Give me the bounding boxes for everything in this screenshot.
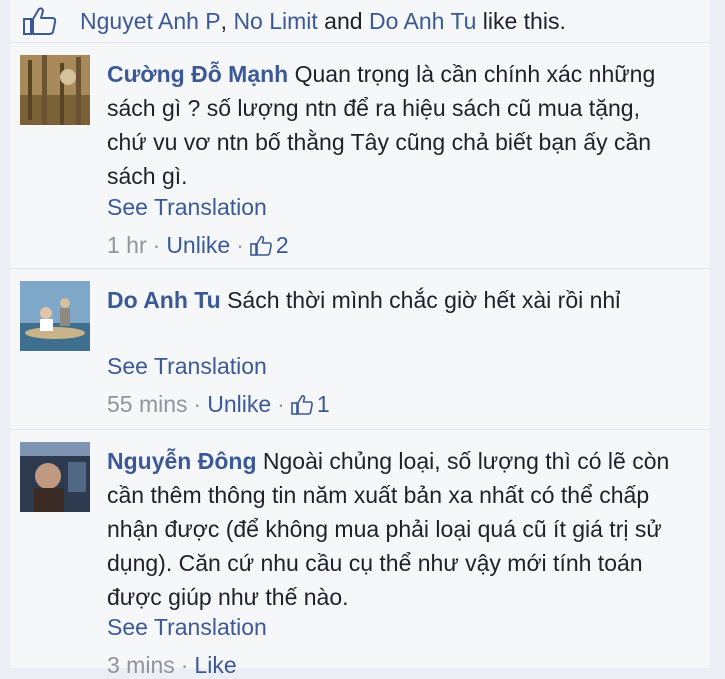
comment-body: Nguyễn Đông Ngoài chủng loại, số lượng t… [107, 444, 686, 614]
unlike-link[interactable]: Unlike [207, 391, 271, 418]
meta-separator: · [277, 391, 285, 417]
meta-separator: · [152, 232, 161, 258]
comment-meta: 3 mins · Like [107, 652, 237, 679]
like-count[interactable]: 1 [317, 391, 330, 418]
comment: Nguyễn Đông Ngoài chủng loại, số lượng t… [10, 430, 710, 678]
comment-meta: 1 hr · Unlike · 2 [107, 232, 289, 259]
avatar[interactable] [20, 442, 90, 512]
comment-meta: 55 mins · Unlike · 1 [107, 391, 330, 418]
comment-time[interactable]: 55 mins [107, 391, 188, 418]
comment: Do Anh Tu Sách thời mình chắc giờ hết xà… [10, 269, 710, 430]
likes-summary: Nguyet Anh P , No Limit and Do Anh Tu li… [10, 0, 710, 43]
see-translation-link[interactable]: See Translation [107, 353, 267, 380]
unlike-link[interactable]: Unlike [166, 232, 230, 259]
comment-author[interactable]: Nguyễn Đông [107, 448, 257, 474]
thumbs-up-icon [23, 7, 57, 35]
meta-separator: · [236, 232, 244, 258]
liker-link[interactable]: Do Anh Tu [369, 8, 476, 35]
comment-author[interactable]: Cường Đỗ Mạnh [107, 61, 288, 87]
avatar-image [20, 55, 90, 125]
comment-text: Sách thời mình chắc giờ hết xài rồi nhỉ [227, 287, 621, 313]
avatar-image [20, 442, 90, 512]
see-translation-link[interactable]: See Translation [107, 194, 267, 221]
liker-link[interactable]: Nguyet Anh P [80, 8, 221, 35]
thumbs-up-icon[interactable] [291, 394, 313, 416]
comment-author[interactable]: Do Anh Tu [107, 287, 221, 313]
avatar-image [20, 281, 90, 351]
comment-time[interactable]: 3 mins [107, 652, 175, 679]
likes-suffix: like this. [476, 7, 566, 34]
likes-separator: and [317, 7, 369, 34]
comment-time[interactable]: 1 hr [107, 232, 147, 259]
like-link[interactable]: Like [194, 652, 236, 679]
comment-body: Do Anh Tu Sách thời mình chắc giờ hết xà… [107, 283, 686, 317]
like-count[interactable]: 2 [276, 232, 289, 259]
liker-link[interactable]: No Limit [233, 8, 317, 35]
likes-separator: , [220, 7, 234, 34]
meta-separator: · [193, 391, 202, 417]
avatar[interactable] [20, 281, 90, 351]
avatar[interactable] [20, 55, 90, 125]
comment-body: Cường Đỗ Mạnh Quan trọng là cần chính xá… [107, 57, 686, 193]
see-translation-link[interactable]: See Translation [107, 614, 267, 641]
thumbs-up-icon[interactable] [250, 235, 272, 257]
meta-separator: · [180, 652, 189, 678]
comment: Cường Đỗ Mạnh Quan trọng là cần chính xá… [10, 43, 710, 269]
